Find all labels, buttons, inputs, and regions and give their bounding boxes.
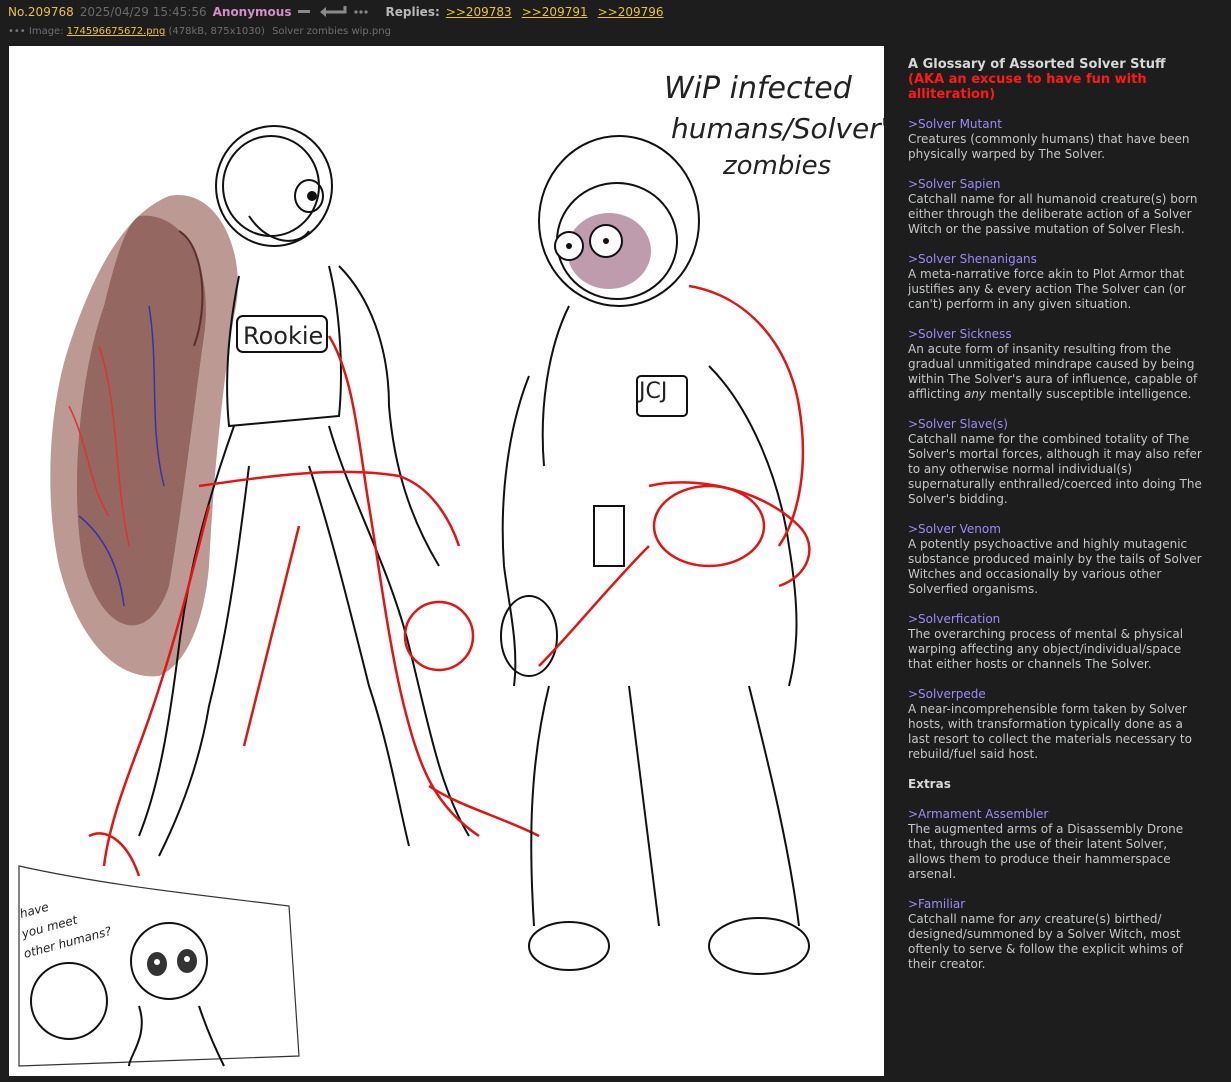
term-description: Catchall name for the combined totality … (908, 432, 1202, 506)
reply-link[interactable]: >>209796 (598, 5, 664, 19)
term-description: A meta-narrative force akin to Plot Armo… (908, 267, 1186, 311)
post-header: No.209768 2025/04/29 15:45:56 Anonymous … (8, 4, 668, 20)
minus-icon[interactable] (297, 6, 311, 19)
term-quote-link[interactable]: >Solver Shenanigans (908, 252, 1208, 267)
term-description-text: Catchall name for (908, 912, 1019, 926)
right-figure-red-outline (538, 284, 811, 667)
term-quote-link[interactable]: >Solver Slave(s) (908, 417, 1208, 432)
file-name-link[interactable]: 174596675672.png (67, 26, 166, 37)
glossary-term: >Solver Sickness An acute form of insani… (908, 327, 1208, 402)
term-quote-link[interactable]: >Solver Venom (908, 522, 1208, 537)
drawing-title-line: zombies (722, 151, 831, 181)
term-quote-link[interactable]: >Solverfication (908, 612, 1208, 627)
term-description: A potently psychoactive and highly mutag… (908, 537, 1202, 596)
replies-label: Replies: (385, 5, 440, 19)
file-info: ••• Image: 174596675672.png (478kB, 875x… (8, 26, 391, 37)
file-label: Image: (28, 26, 64, 37)
term-description: An acute form of insanity resulting from… (908, 342, 1208, 402)
glossary-term: >Solver Slave(s) Catchall name for the c… (908, 417, 1208, 507)
term-quote-link[interactable]: >Solverpede (908, 687, 1208, 702)
post-date: 2025/04/29 15:45:56 (79, 5, 207, 19)
glossary-term: >Solver Shenanigans A meta-narrative for… (908, 252, 1208, 312)
glossary-term: >Solver Venom A potently psychoactive an… (908, 522, 1208, 597)
term-description: The overarching process of mental & phys… (908, 627, 1184, 671)
right-figure (500, 135, 810, 975)
extras-heading: Extras (908, 777, 951, 791)
jcj-badge: JCJ (637, 379, 667, 404)
glossary-term: >Solver Sapien Catchall name for all hum… (908, 177, 1208, 237)
term-quote-link[interactable]: >Solver Sickness (908, 327, 1208, 342)
term-quote-link[interactable]: >Solver Mutant (908, 117, 1208, 132)
more-dots-icon[interactable]: ••• (8, 26, 26, 37)
reply-link[interactable]: >>209791 (522, 5, 588, 19)
term-description: Catchall name for all humanoid creature(… (908, 192, 1198, 236)
reply-arrow-icon[interactable] (317, 5, 347, 20)
reply-link[interactable]: >>209783 (446, 5, 512, 19)
more-dots-icon[interactable] (353, 6, 369, 19)
drawing-title-line: WiP infected (664, 71, 853, 106)
drawing-title-line: humans/Solver'd (671, 112, 884, 145)
mutant-arm (50, 195, 238, 677)
term-description-text: mentally susceptible intelligence. (986, 387, 1192, 401)
doodle-caption-line: have (18, 900, 50, 921)
glossary-term: >Familiar Catchall name for any creature… (908, 897, 1208, 972)
term-quote-link[interactable]: >Armament Assembler (908, 807, 1208, 822)
term-description: Creatures (commonly humans) that have be… (908, 132, 1190, 161)
glossary-subtitle: (AKA an excuse to have fun with (908, 72, 1147, 87)
term-quote-link[interactable]: >Solver Sapien (908, 177, 1208, 192)
rookie-badge: Rookie (243, 322, 323, 350)
chibi-doodle (18, 865, 300, 1067)
post-image[interactable]: WiP infected humans/Solver'd zombies Roo… (9, 46, 884, 1076)
post-number[interactable]: No.209768 (8, 5, 74, 19)
glossary-term: >Solver Mutant Creatures (commonly human… (908, 117, 1208, 162)
term-description: The augmented arms of a Disassembly Dron… (908, 822, 1184, 881)
term-description-emphasis: any (1018, 912, 1041, 926)
glossary-title: A Glossary of Assorted Solver Stuff (908, 57, 1166, 72)
glossary-subtitle: alliteration) (908, 87, 996, 102)
file-meta: (478kB, 875x1030) (168, 26, 265, 37)
glossary-term: >Solverpede A near-incomprehensible form… (908, 687, 1208, 762)
file-original-name: Solver zombies wip.png (272, 26, 391, 37)
sketch-drawing: WiP infected humans/Solver'd zombies Roo… (18, 71, 884, 1067)
glossary-term: >Armament Assembler The augmented arms o… (908, 807, 1208, 882)
term-description: Catchall name for any creature(s) birthe… (908, 912, 1208, 972)
term-description-emphasis: any (963, 387, 987, 401)
term-description: A near-incomprehensible form taken by So… (908, 702, 1192, 761)
poster-name: Anonymous (212, 5, 292, 19)
term-quote-link[interactable]: >Familiar (908, 897, 1208, 912)
glossary-term: >Solverfication The overarching process … (908, 612, 1208, 672)
glossary: A Glossary of Assorted Solver Stuff (AKA… (908, 57, 1208, 972)
